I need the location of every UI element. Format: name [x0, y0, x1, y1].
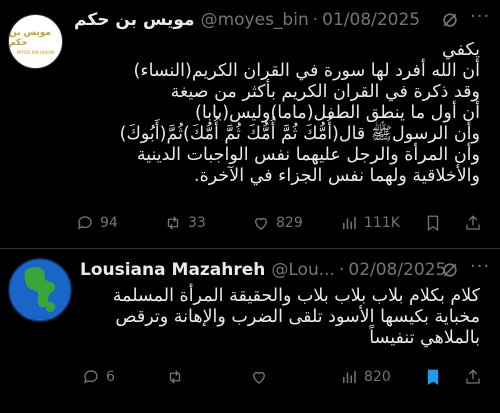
- view-count: 820: [364, 369, 391, 385]
- like-count: 829: [276, 215, 303, 231]
- bookmark-button[interactable]: [424, 368, 442, 386]
- more-options-icon[interactable]: ···: [470, 256, 490, 277]
- reply-button[interactable]: 94: [76, 214, 118, 232]
- views-icon: [343, 217, 356, 229]
- tweet-line: بالملاهي تنفيساً: [369, 328, 480, 348]
- display-name[interactable]: Lousiana Mazahreh: [80, 260, 265, 280]
- tweet-line: وأن الرسولﷺ قال(أُمُّكَ ثُمَّ أُمُّكَ ثُ…: [119, 124, 480, 144]
- tweet-header: مويس بن حكم @moyes_bin · 01/08/2025: [74, 8, 420, 32]
- retweet-count: 33: [188, 215, 206, 231]
- tweet-text: يكفي أن الله أفرد لها سورة في القران الك…: [120, 40, 480, 187]
- reply-icon: [83, 370, 98, 384]
- tweet-line: وقد ذكرة في القران الكريم بأكثر من صيغة: [170, 82, 480, 102]
- reply-button[interactable]: 6: [82, 368, 115, 386]
- heart-icon: [255, 217, 267, 230]
- handle[interactable]: @Lou...: [271, 260, 335, 280]
- views-icon: [343, 371, 356, 383]
- separator: ·: [312, 10, 319, 30]
- tweet-line: والأخلاقية ولهما نفس الجزاء في الآخرة.: [194, 166, 480, 186]
- tweet-date[interactable]: 01/08/2025: [322, 10, 420, 30]
- avatar[interactable]: [8, 258, 72, 322]
- retweet-button[interactable]: [166, 368, 184, 386]
- share-button[interactable]: [464, 368, 482, 386]
- tweet-header: Lousiana Mazahreh @Lou... · 02/08/2025: [80, 258, 446, 282]
- grok-icon[interactable]: [440, 10, 460, 30]
- tweet-date[interactable]: 02/08/2025: [348, 260, 446, 280]
- heart-icon: [253, 371, 265, 384]
- tweet-line: يكفي: [442, 40, 480, 60]
- tweet-text: كلام بكلام بلاب بلاب بلاب والحقيقة المرأ…: [113, 286, 480, 349]
- view-count: 111K: [364, 215, 400, 231]
- tweet-line: أن أول ما ينطق الطفل(ماما)وليس(بابا): [195, 103, 480, 123]
- tweet-1[interactable]: مويس بن حكم MOYES BIN HAKAM مويس بن حكم …: [0, 0, 500, 248]
- more-options-icon[interactable]: ···: [470, 6, 490, 27]
- avatar[interactable]: مويس بن حكم MOYES BIN HAKAM: [8, 14, 63, 69]
- avatar-logo-text: مويس بن حكم: [9, 28, 51, 48]
- retweet-button[interactable]: 33: [164, 214, 206, 232]
- tweet-divider: [0, 248, 500, 249]
- like-button[interactable]: [250, 368, 268, 386]
- retweet-icon: [169, 370, 181, 384]
- reply-count: 94: [100, 215, 118, 231]
- reply-count: 6: [106, 369, 115, 385]
- bookmark-button[interactable]: [424, 214, 442, 232]
- separator: ·: [338, 260, 345, 280]
- action-bar: 94 33 829 111K: [0, 212, 500, 234]
- avatar-logo-subtext: MOYES BIN HAKAM: [16, 50, 55, 55]
- tweet-line: مخباية بكيسها الأسود تلقى الضرب والإهانة…: [115, 307, 480, 327]
- share-icon: [466, 215, 480, 230]
- share-button[interactable]: [464, 214, 482, 232]
- retweet-icon: [167, 216, 179, 230]
- bookmark-icon: [427, 215, 439, 232]
- share-icon: [466, 369, 480, 384]
- views-button[interactable]: 111K: [340, 214, 400, 232]
- reply-icon: [77, 216, 92, 230]
- bookmark-filled-icon: [427, 369, 439, 386]
- tweet-line: كلام بكلام بلاب بلاب بلاب والحقيقة المرأ…: [112, 286, 480, 306]
- tweet-line: وأن المرأة والرجل عليهما نفس الواجبات ال…: [136, 145, 480, 165]
- display-name[interactable]: مويس بن حكم: [74, 10, 195, 30]
- action-bar: 6 820: [0, 366, 500, 388]
- tweet-line: أن الله أفرد لها سورة في القران الكريم(ا…: [133, 61, 480, 81]
- handle[interactable]: @moyes_bin: [201, 10, 309, 30]
- grok-icon[interactable]: [440, 260, 460, 280]
- tweet-2[interactable]: Lousiana Mazahreh @Lou... · 02/08/2025 ·…: [0, 250, 500, 413]
- like-button[interactable]: 829: [252, 214, 303, 232]
- views-button[interactable]: 820: [340, 368, 391, 386]
